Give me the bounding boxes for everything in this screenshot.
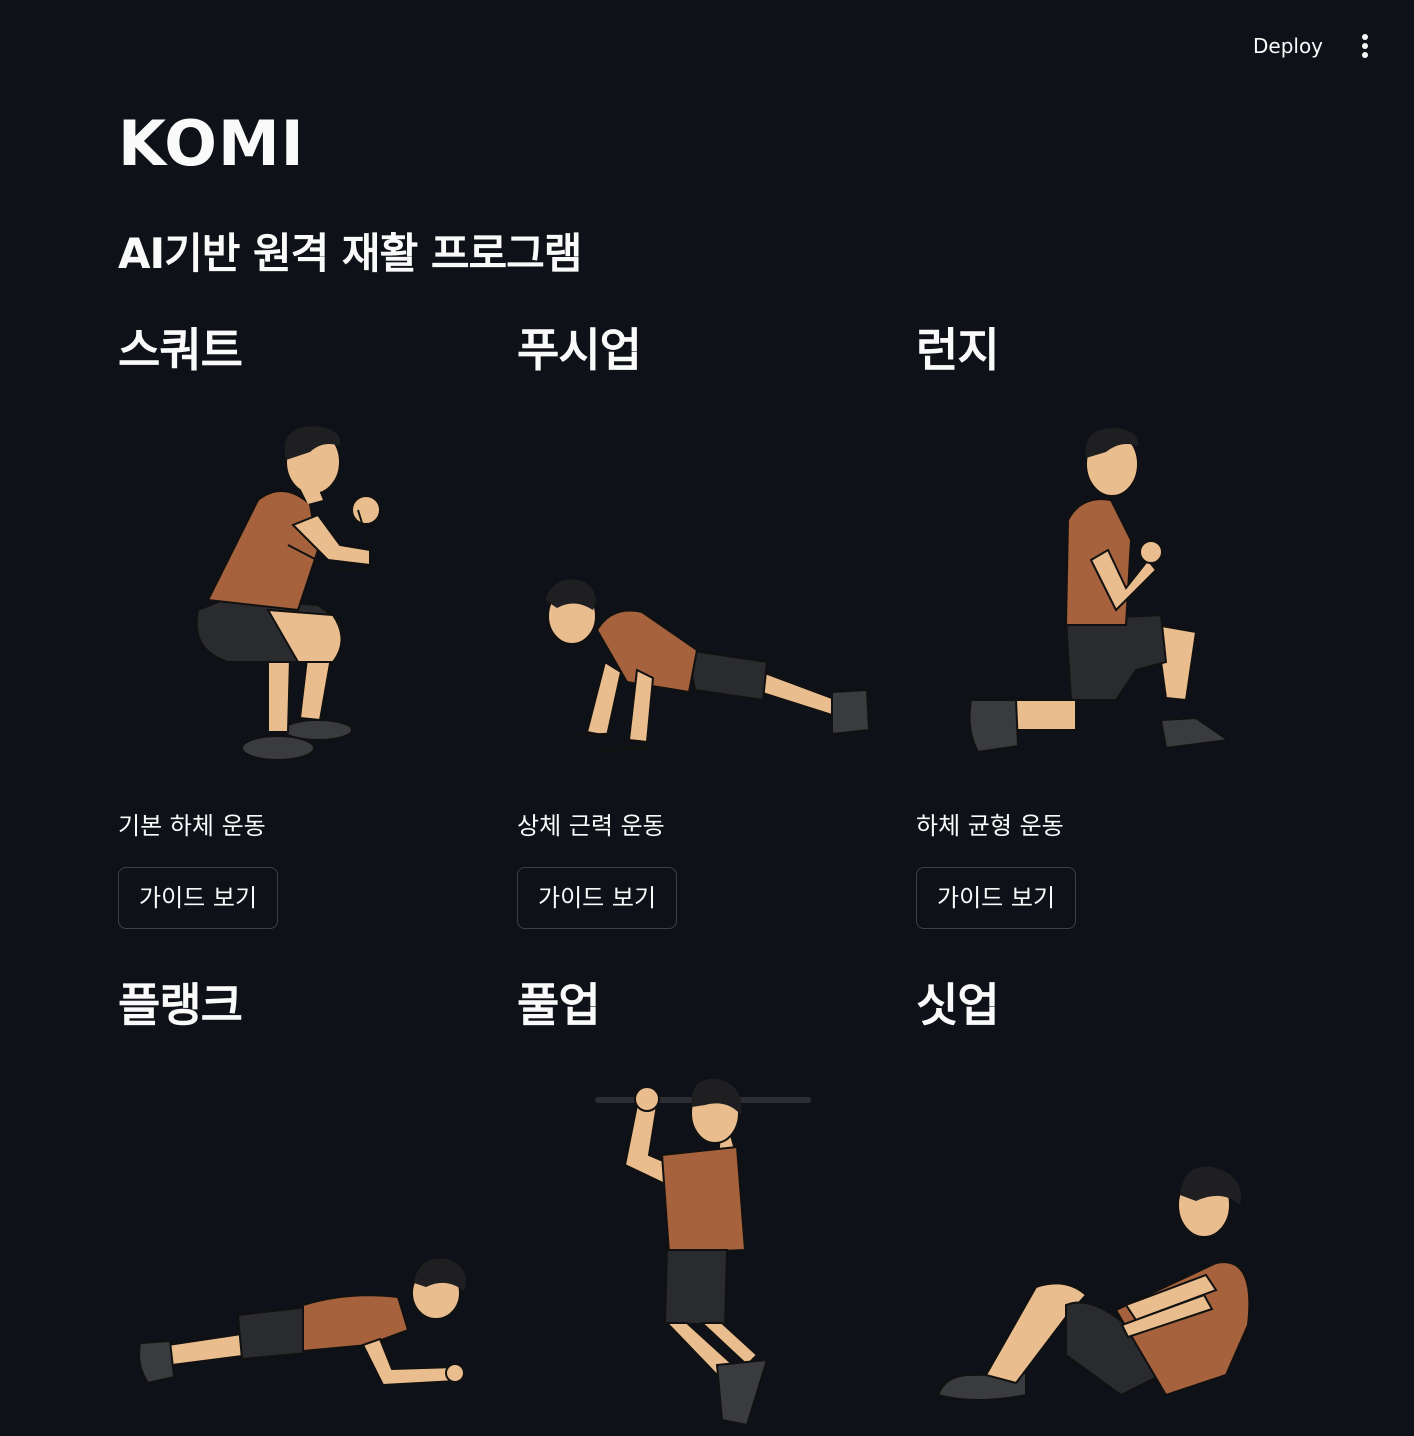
exercise-title: 플랭크	[118, 978, 243, 1032]
plank-illustration	[118, 1055, 488, 1425]
menu-dot	[1362, 52, 1368, 58]
kebab-menu-icon[interactable]	[1350, 30, 1380, 62]
squat-illustration	[118, 400, 488, 770]
menu-dot	[1362, 34, 1368, 40]
app-header: Deploy	[0, 0, 1414, 90]
guide-button-lunge[interactable]: 가이드 보기	[916, 867, 1077, 929]
exercise-title: 풀업	[517, 978, 601, 1032]
exercise-title: 싯업	[916, 978, 1000, 1032]
menu-dot	[1362, 43, 1368, 49]
exercise-title: 스쿼트	[118, 323, 243, 377]
page-subtitle: AI기반 원격 재활 프로그램	[118, 229, 582, 278]
lunge-illustration	[916, 400, 1286, 770]
exercise-description: 기본 하체 운동	[118, 812, 266, 840]
exercise-description: 하체 균형 운동	[916, 812, 1064, 840]
pullup-illustration	[517, 1055, 887, 1425]
situp-illustration	[916, 1055, 1286, 1425]
exercise-title: 런지	[916, 323, 1000, 377]
exercise-description: 상체 근력 운동	[517, 812, 665, 840]
page-title: KOMI	[118, 107, 305, 180]
guide-button-squat[interactable]: 가이드 보기	[118, 867, 279, 929]
guide-button-pushup[interactable]: 가이드 보기	[517, 867, 678, 929]
deploy-button[interactable]: Deploy	[1240, 30, 1336, 62]
pushup-illustration	[517, 400, 887, 770]
exercise-title: 푸시업	[517, 323, 642, 377]
